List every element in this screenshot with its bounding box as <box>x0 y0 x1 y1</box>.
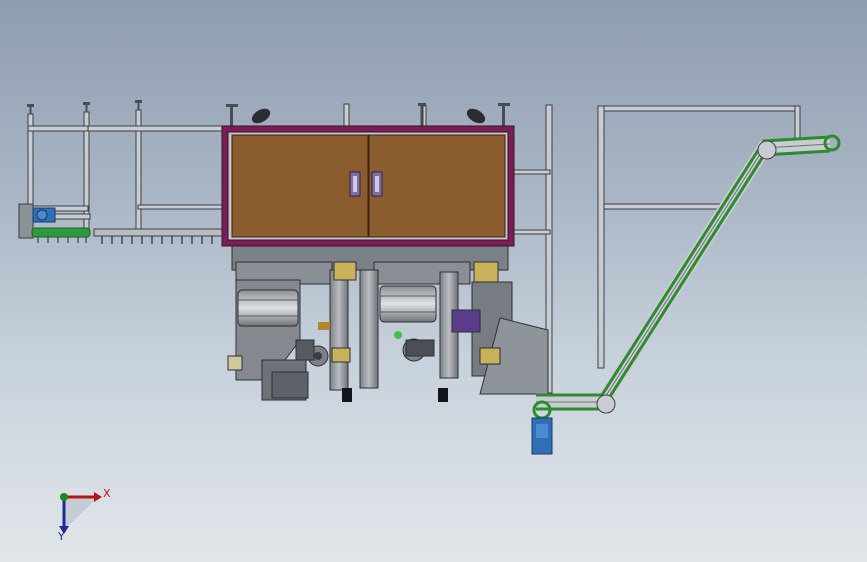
assembly-model[interactable] <box>0 0 867 562</box>
hanger-rail[interactable] <box>93 228 227 244</box>
cabinet-top-fittings <box>251 108 486 124</box>
coordinate-triad <box>59 492 102 534</box>
triad-x-label: X <box>103 487 111 500</box>
incline-conveyor-motor[interactable] <box>531 417 553 455</box>
incline-conveyor-belt[interactable] <box>532 134 841 420</box>
discharge-spouts <box>342 388 448 402</box>
cad-viewport[interactable]: X Y <box>0 0 867 562</box>
filling-drum-left[interactable] <box>237 289 299 327</box>
filling-drum-right[interactable] <box>379 285 437 323</box>
triad-y-label: Y <box>58 530 65 543</box>
control-cabinet[interactable] <box>221 125 515 247</box>
left-infeed-roller[interactable] <box>31 227 91 243</box>
